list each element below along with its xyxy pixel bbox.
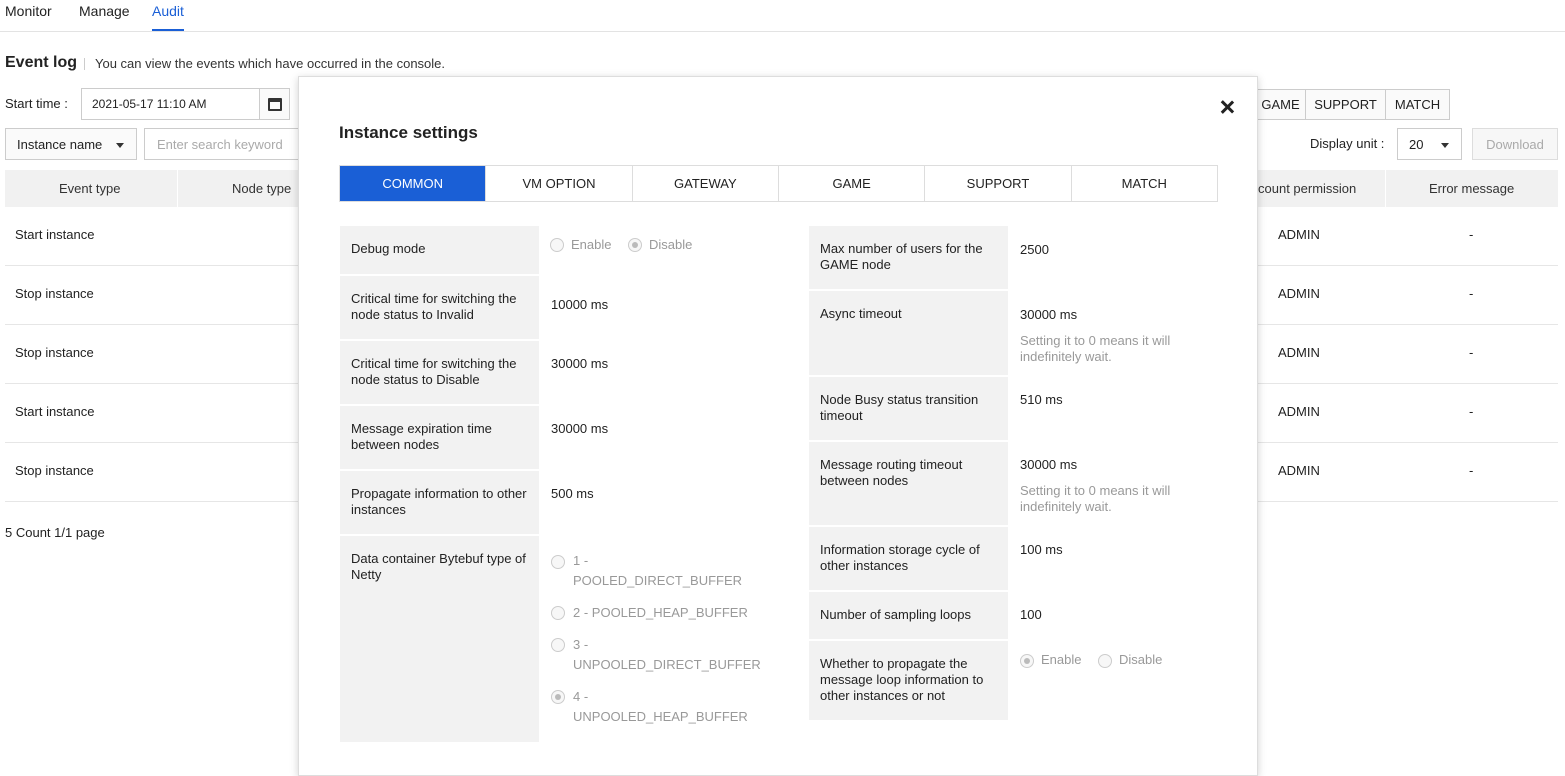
search-field-select[interactable]: Instance name [5, 128, 137, 160]
radio-label: Disable [649, 237, 693, 252]
cell-permission: ADMIN [1278, 345, 1320, 360]
cell-event-type: Start instance [15, 404, 95, 419]
cell-error: - [1469, 227, 1474, 242]
label-bytebuf-type: Data container Bytebuf type of Netty [340, 536, 539, 742]
value-busy-transition: 510 ms [1020, 392, 1063, 407]
page-title: Event log [5, 54, 78, 71]
download-button[interactable]: Download [1472, 128, 1558, 160]
filter-support-button[interactable]: SUPPORT [1305, 89, 1386, 120]
tab-common[interactable]: COMMON [340, 166, 487, 201]
hint-async-timeout: Setting it to 0 means it will indefinite… [1020, 333, 1171, 364]
label-async-timeout: Async timeout [809, 291, 1008, 375]
header-account-permission: count permission [1258, 181, 1357, 196]
value-invalid-time: 10000 ms [551, 297, 609, 312]
label-routing-timeout: Message routing timeout between nodes [809, 442, 1008, 525]
cell-event-type: Stop instance [15, 286, 94, 301]
modal-title: Instance settings [339, 123, 478, 142]
label-propagate-info: Propagate information to other instances [340, 471, 539, 534]
page-description: You can view the events which have occur… [95, 56, 446, 71]
header-node-type: Node type [232, 181, 292, 196]
header-divider [1385, 170, 1386, 207]
start-time-label: Start time : [5, 96, 68, 111]
radio-label: 4 - UNPOOLED_HEAP_BUFFER [573, 689, 748, 724]
radio-label: Disable [1119, 652, 1163, 667]
cell-error: - [1469, 286, 1474, 301]
radio-propagate-enable[interactable] [1020, 654, 1034, 668]
radio-label: 2 - POOLED_HEAP_BUFFER [573, 605, 748, 620]
cell-event-type: Start instance [15, 227, 95, 242]
value-msg-expiration: 30000 ms [551, 421, 609, 436]
radio-bytebuf-3[interactable] [551, 638, 565, 652]
tab-vm-option[interactable]: VM OPTION [486, 166, 633, 201]
cell-permission: ADMIN [1278, 404, 1320, 419]
cell-permission: ADMIN [1278, 227, 1320, 242]
label-propagate-loop: Whether to propagate the message loop in… [809, 641, 1008, 720]
value-async-timeout: 30000 ms [1020, 307, 1078, 322]
header-divider [177, 170, 178, 207]
radio-bytebuf-1[interactable] [551, 555, 565, 569]
top-nav: Monitor Manage Audit [0, 0, 1565, 32]
radio-label: 3 - UNPOOLED_DIRECT_BUFFER [573, 637, 761, 672]
tab-match[interactable]: MATCH [1072, 166, 1217, 201]
label-disable-time: Critical time for switching the node sta… [340, 341, 539, 404]
filter-match-button[interactable]: MATCH [1385, 89, 1450, 120]
title-divider [84, 58, 85, 70]
calendar-icon [268, 98, 282, 111]
label-debug-mode: Debug mode [340, 226, 539, 274]
search-input[interactable]: Enter search keyword [144, 128, 304, 160]
value-sampling-loops: 100 [1020, 607, 1042, 622]
cell-error: - [1469, 463, 1474, 478]
filter-game-button[interactable]: GAME [1255, 89, 1306, 120]
label-busy-transition: Node Busy status transition timeout [809, 377, 1008, 440]
tab-gateway[interactable]: GATEWAY [633, 166, 779, 201]
label-sampling-loops: Number of sampling loops [809, 592, 1008, 639]
tab-support[interactable]: SUPPORT [925, 166, 1072, 201]
active-tab-indicator [152, 29, 184, 31]
value-propagate-info: 500 ms [551, 486, 594, 501]
value-routing-timeout: 30000 ms [1020, 457, 1078, 472]
cell-permission: ADMIN [1278, 463, 1320, 478]
label-invalid-time: Critical time for switching the node sta… [340, 276, 539, 339]
search-field-label: Instance name [17, 137, 103, 152]
close-icon[interactable] [1217, 97, 1237, 117]
value-max-users: 2500 [1020, 242, 1049, 257]
cell-error: - [1469, 345, 1474, 360]
value-storage-cycle: 100 ms [1020, 542, 1063, 557]
radio-label: Enable [571, 237, 612, 252]
header-error-message: Error message [1429, 181, 1515, 196]
chevron-down-icon [1441, 143, 1449, 148]
display-unit-select[interactable]: 20 [1397, 128, 1462, 160]
cell-permission: ADMIN [1278, 286, 1320, 301]
label-max-users: Max number of users for the GAME node [809, 226, 1008, 289]
radio-bytebuf-4[interactable] [551, 690, 565, 704]
radio-debug-disable[interactable] [628, 238, 642, 252]
header-event-type: Event type [59, 181, 121, 196]
radio-label: Enable [1041, 652, 1082, 667]
label-storage-cycle: Information storage cycle of other insta… [809, 527, 1008, 590]
display-unit-label: Display unit : [1310, 136, 1385, 151]
radio-debug-enable[interactable] [550, 238, 564, 252]
cell-event-type: Stop instance [15, 345, 94, 360]
cell-error: - [1469, 404, 1474, 419]
tab-audit[interactable]: Audit [152, 3, 184, 19]
instance-settings-modal: Instance settings COMMON VM OPTION GATEW… [298, 76, 1258, 776]
tab-manage[interactable]: Manage [79, 3, 130, 19]
tab-monitor[interactable]: Monitor [5, 3, 52, 19]
pagination-count: 5 Count 1/1 page [5, 525, 105, 540]
chevron-down-icon [116, 143, 124, 148]
display-unit-value: 20 [1409, 137, 1424, 152]
radio-label: 1 - POOLED_DIRECT_BUFFER [573, 553, 743, 588]
radio-propagate-disable[interactable] [1098, 654, 1112, 668]
radio-bytebuf-2[interactable] [551, 606, 565, 620]
label-msg-expiration: Message expiration time between nodes [340, 406, 539, 469]
tab-game[interactable]: GAME [779, 166, 926, 201]
value-disable-time: 30000 ms [551, 356, 609, 371]
start-time-input[interactable]: 2021-05-17 11:10 AM [81, 88, 260, 120]
calendar-button[interactable] [259, 88, 290, 120]
cell-event-type: Stop instance [15, 463, 94, 478]
modal-tabs: COMMON VM OPTION GATEWAY GAME SUPPORT MA… [339, 165, 1218, 202]
hint-routing-timeout: Setting it to 0 means it will indefinite… [1020, 483, 1171, 514]
